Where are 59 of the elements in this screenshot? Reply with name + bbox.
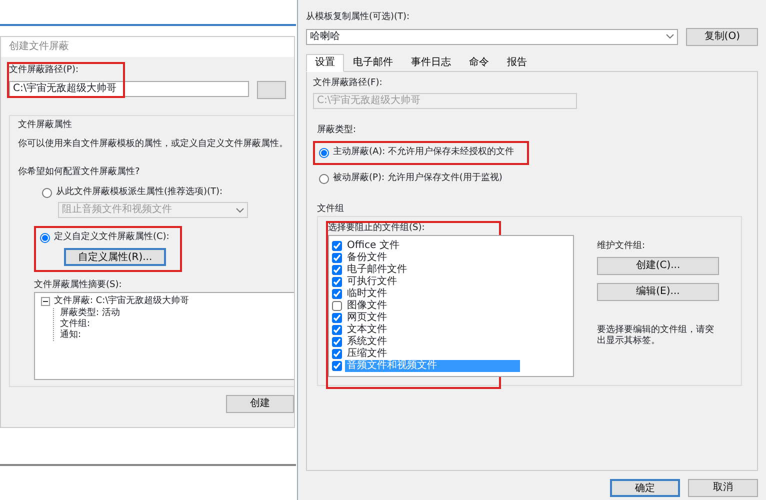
file-group-label[interactable]: 电子邮件文件 xyxy=(345,264,409,276)
ok-button[interactable]: 确定 xyxy=(610,478,680,497)
file-group-label[interactable]: 可执行文件 xyxy=(345,276,399,288)
checkbox[interactable] xyxy=(332,348,342,359)
tree-item: 文件屏蔽: C:\宇宙无敌超级大帅哥 xyxy=(54,296,190,308)
checkbox[interactable] xyxy=(332,240,342,251)
custom-properties-button[interactable]: 自定义属性(R)... xyxy=(64,248,166,266)
file-group-label[interactable]: 网页文件 xyxy=(345,312,389,324)
copy-button[interactable]: 复制(O) xyxy=(686,28,758,46)
file-group-label[interactable]: 图像文件 xyxy=(345,300,389,312)
radio-button[interactable] xyxy=(40,233,50,244)
file-group-label[interactable]: 临时文件 xyxy=(345,288,389,300)
dropdown-value: 阻止音频文件和视频文件 xyxy=(62,203,172,218)
tree-item: 文件组: xyxy=(59,318,92,330)
option-label: 从此文件屏蔽模板派生属性(推荐选项)(T): xyxy=(56,186,223,198)
checkbox[interactable] xyxy=(332,360,342,371)
checkbox[interactable] xyxy=(332,312,342,323)
collapse-icon[interactable] xyxy=(41,297,50,306)
group-title: 文件组 xyxy=(317,204,345,216)
checkbox[interactable] xyxy=(332,288,342,299)
option-label: 主动屏蔽(A): 不允许用户保存未经授权的文件 xyxy=(333,147,514,159)
field-label: 文件屏蔽属性摘要(S): xyxy=(34,280,123,292)
radio-button[interactable] xyxy=(42,188,52,198)
file-group-label[interactable]: 文本文件 xyxy=(345,324,389,336)
field-label: 从模板复制属性(可选)(T): xyxy=(306,12,411,24)
path-field[interactable]: C:\宇宙无敌超级大帅哥 xyxy=(9,80,250,97)
file-group-label[interactable]: 备份文件 xyxy=(345,252,389,264)
file-group-label[interactable]: 系统文件 xyxy=(345,336,389,348)
template-dropdown[interactable]: 哈喇哈 xyxy=(306,28,678,45)
checkbox[interactable] xyxy=(332,264,342,275)
checkbox[interactable] xyxy=(332,276,342,287)
group-title: 文件屏蔽属性 xyxy=(18,120,73,132)
tree-item: 通知: xyxy=(59,330,82,340)
hint-text: 要选择要编辑的文件组，请突出显示其标签。 xyxy=(597,324,715,347)
file-group-label[interactable]: Office 文件 xyxy=(345,240,402,252)
dialog-title: 创建文件屏蔽 xyxy=(1,37,294,57)
field-label: 选择要阻止的文件组(S): xyxy=(328,223,426,235)
create-button[interactable]: 创建(C)... xyxy=(597,256,719,275)
dropdown-value: 哈喇哈 xyxy=(310,30,340,44)
radio-button[interactable] xyxy=(319,148,329,158)
create-button[interactable]: 创建 xyxy=(226,394,294,413)
field-label: 屏蔽类型: xyxy=(317,125,358,138)
field-label: 文件屏蔽路径(P): xyxy=(9,65,80,77)
file-group-label[interactable]: 压缩文件 xyxy=(345,348,389,360)
cancel-button[interactable]: 取消 xyxy=(688,478,758,497)
edit-button[interactable]: 编辑(E)... xyxy=(597,282,719,301)
tree-item: 屏蔽类型: 活动 xyxy=(59,308,121,318)
checkbox[interactable] xyxy=(332,336,342,347)
tab[interactable]: 设置 xyxy=(306,54,344,72)
field-label: 文件屏蔽路径(F): xyxy=(313,78,384,90)
option-label: 被动屏蔽(P): 允许用户保存文件(用于监视) xyxy=(333,172,502,184)
checkbox[interactable] xyxy=(332,324,342,335)
checkbox[interactable] xyxy=(332,252,342,263)
description-text: 你可以使用来自文件屏蔽模板的属性，或定义自定义文件屏蔽属性。 xyxy=(18,139,289,152)
checkbox[interactable] xyxy=(332,300,342,311)
option-label: 定义自定义文件屏蔽属性(C): xyxy=(54,232,170,244)
radio-button[interactable] xyxy=(319,174,329,184)
question-text: 你希望如何配置文件屏蔽属性? xyxy=(18,167,141,179)
field-label: 维护文件组: xyxy=(597,241,646,253)
